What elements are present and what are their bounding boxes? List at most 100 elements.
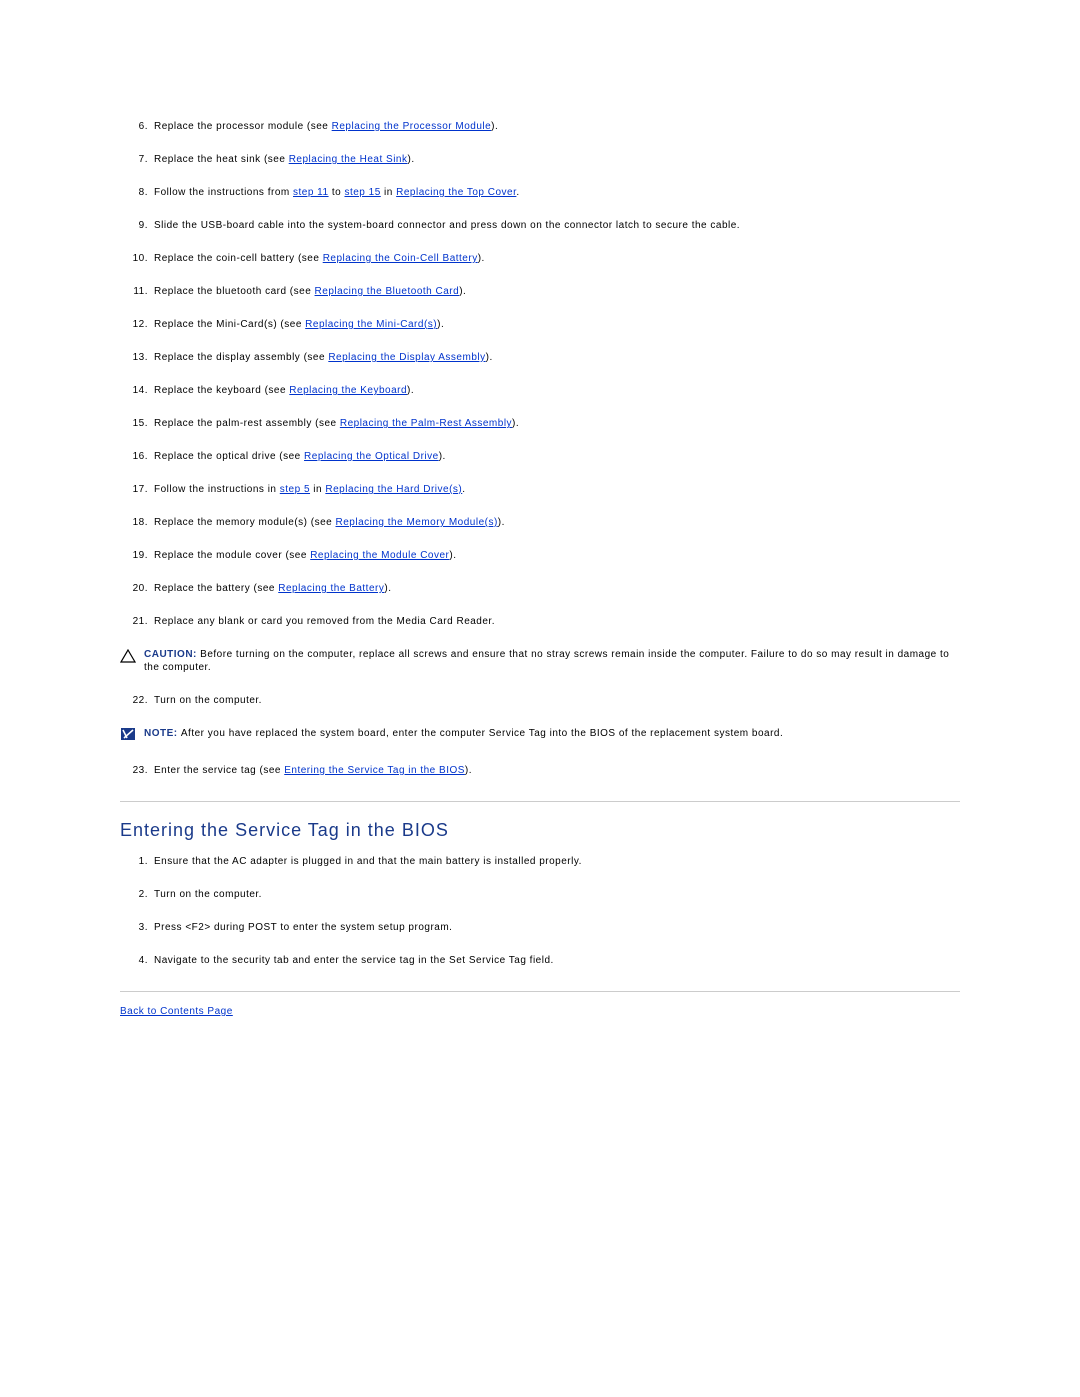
- step-body: Replace the battery (see Replacing the B…: [154, 582, 960, 595]
- note-icon: [120, 727, 138, 744]
- list-item: 1. Ensure that the AC adapter is plugged…: [120, 855, 960, 868]
- note-text: NOTE: After you have replaced the system…: [144, 727, 960, 740]
- back-link-wrap: Back to Contents Page: [120, 1006, 960, 1017]
- step-body: Follow the instructions from step 11 to …: [154, 186, 960, 199]
- text: Replace the module cover (see: [154, 550, 310, 561]
- link-heat-sink[interactable]: Replacing the Heat Sink: [289, 154, 408, 165]
- caution-text: CAUTION: Before turning on the computer,…: [144, 648, 960, 674]
- text: Replace the optical drive (see: [154, 451, 304, 462]
- step-number: 2.: [120, 888, 154, 901]
- list-item: 8. Follow the instructions from step 11 …: [120, 186, 960, 199]
- step-body: Replace the coin-cell battery (see Repla…: [154, 252, 960, 265]
- list-item: 15. Replace the palm-rest assembly (see …: [120, 417, 960, 430]
- list-item: 10. Replace the coin-cell battery (see R…: [120, 252, 960, 265]
- text: After you have replaced the system board…: [181, 728, 783, 739]
- text: Replace the processor module (see: [154, 121, 332, 132]
- step-number: 23.: [120, 764, 154, 777]
- step-body: Turn on the computer.: [154, 694, 960, 707]
- steps-list-1b: 22. Turn on the computer.: [120, 694, 960, 707]
- text: ).: [384, 583, 391, 594]
- link-mini-card[interactable]: Replacing the Mini-Card(s): [305, 319, 437, 330]
- step-number: 12.: [120, 318, 154, 331]
- step-body: Replace the optical drive (see Replacing…: [154, 450, 960, 463]
- step-number: 1.: [120, 855, 154, 868]
- link-step-11[interactable]: step 11: [293, 187, 329, 198]
- list-item: 17. Follow the instructions in step 5 in…: [120, 483, 960, 496]
- note-label: NOTE:: [144, 728, 181, 739]
- back-to-contents-link[interactable]: Back to Contents Page: [120, 1006, 233, 1017]
- step-number: 20.: [120, 582, 154, 595]
- document-page: 6. Replace the processor module (see Rep…: [0, 0, 1080, 1397]
- step-number: 18.: [120, 516, 154, 529]
- step-body: Replace the processor module (see Replac…: [154, 120, 960, 133]
- text: ).: [465, 765, 472, 776]
- list-item: 6. Replace the processor module (see Rep…: [120, 120, 960, 133]
- step-number: 21.: [120, 615, 154, 628]
- link-module-cover[interactable]: Replacing the Module Cover: [310, 550, 449, 561]
- step-body: Slide the USB-board cable into the syste…: [154, 219, 960, 232]
- steps-list-1: 6. Replace the processor module (see Rep…: [120, 120, 960, 628]
- text: Turn on the computer.: [154, 695, 262, 706]
- step-number: 8.: [120, 186, 154, 199]
- text: .: [462, 484, 465, 495]
- link-optical-drive[interactable]: Replacing the Optical Drive: [304, 451, 439, 462]
- text: Follow the instructions from: [154, 187, 293, 198]
- text: ).: [407, 385, 414, 396]
- caution-block: CAUTION: Before turning on the computer,…: [120, 648, 960, 674]
- list-item: 2. Turn on the computer.: [120, 888, 960, 901]
- link-display-assembly[interactable]: Replacing the Display Assembly: [328, 352, 485, 363]
- step-body: Replace any blank or card you removed fr…: [154, 615, 960, 628]
- link-processor-module[interactable]: Replacing the Processor Module: [332, 121, 492, 132]
- list-item: 14. Replace the keyboard (see Replacing …: [120, 384, 960, 397]
- link-keyboard[interactable]: Replacing the Keyboard: [289, 385, 407, 396]
- list-item: 19. Replace the module cover (see Replac…: [120, 549, 960, 562]
- step-body: Replace the palm-rest assembly (see Repl…: [154, 417, 960, 430]
- link-memory-module[interactable]: Replacing the Memory Module(s): [336, 517, 498, 528]
- text: in: [310, 484, 325, 495]
- text: Replace the display assembly (see: [154, 352, 328, 363]
- list-item: 11. Replace the bluetooth card (see Repl…: [120, 285, 960, 298]
- text: ).: [478, 253, 485, 264]
- steps-list-2: 1. Ensure that the AC adapter is plugged…: [120, 855, 960, 967]
- step-body: Replace the Mini-Card(s) (see Replacing …: [154, 318, 960, 331]
- link-coin-cell[interactable]: Replacing the Coin-Cell Battery: [323, 253, 478, 264]
- section-heading: Entering the Service Tag in the BIOS: [120, 820, 960, 841]
- step-number: 19.: [120, 549, 154, 562]
- list-item: 18. Replace the memory module(s) (see Re…: [120, 516, 960, 529]
- text: Follow the instructions in: [154, 484, 280, 495]
- text: ).: [407, 154, 414, 165]
- text: ).: [459, 286, 466, 297]
- list-item: 12. Replace the Mini-Card(s) (see Replac…: [120, 318, 960, 331]
- link-step-15[interactable]: step 15: [344, 187, 380, 198]
- text: Replace the bluetooth card (see: [154, 286, 315, 297]
- link-hard-drive[interactable]: Replacing the Hard Drive(s): [325, 484, 462, 495]
- step-body: Replace the memory module(s) (see Replac…: [154, 516, 960, 529]
- link-battery[interactable]: Replacing the Battery: [278, 583, 384, 594]
- list-item: 16. Replace the optical drive (see Repla…: [120, 450, 960, 463]
- text: ).: [512, 418, 519, 429]
- text: Enter the service tag (see: [154, 765, 284, 776]
- text: ).: [437, 319, 444, 330]
- list-item: 13. Replace the display assembly (see Re…: [120, 351, 960, 364]
- link-top-cover[interactable]: Replacing the Top Cover: [396, 187, 516, 198]
- step-number: 16.: [120, 450, 154, 463]
- link-service-tag-bios[interactable]: Entering the Service Tag in the BIOS: [284, 765, 465, 776]
- step-body: Enter the service tag (see Entering the …: [154, 764, 960, 777]
- step-number: 15.: [120, 417, 154, 430]
- list-item: 9. Slide the USB-board cable into the sy…: [120, 219, 960, 232]
- step-number: 10.: [120, 252, 154, 265]
- step-body: Navigate to the security tab and enter t…: [154, 954, 960, 967]
- step-body: Replace the display assembly (see Replac…: [154, 351, 960, 364]
- text: Replace the Mini-Card(s) (see: [154, 319, 305, 330]
- text: Before turning on the computer, replace …: [144, 649, 949, 673]
- caution-icon: [120, 649, 138, 663]
- text: Replace the palm-rest assembly (see: [154, 418, 340, 429]
- step-body: Replace the module cover (see Replacing …: [154, 549, 960, 562]
- link-bluetooth[interactable]: Replacing the Bluetooth Card: [315, 286, 460, 297]
- section-divider: [120, 991, 960, 992]
- link-step-5[interactable]: step 5: [280, 484, 310, 495]
- link-palm-rest[interactable]: Replacing the Palm-Rest Assembly: [340, 418, 512, 429]
- step-number: 14.: [120, 384, 154, 397]
- text: ).: [498, 517, 505, 528]
- list-item: 7. Replace the heat sink (see Replacing …: [120, 153, 960, 166]
